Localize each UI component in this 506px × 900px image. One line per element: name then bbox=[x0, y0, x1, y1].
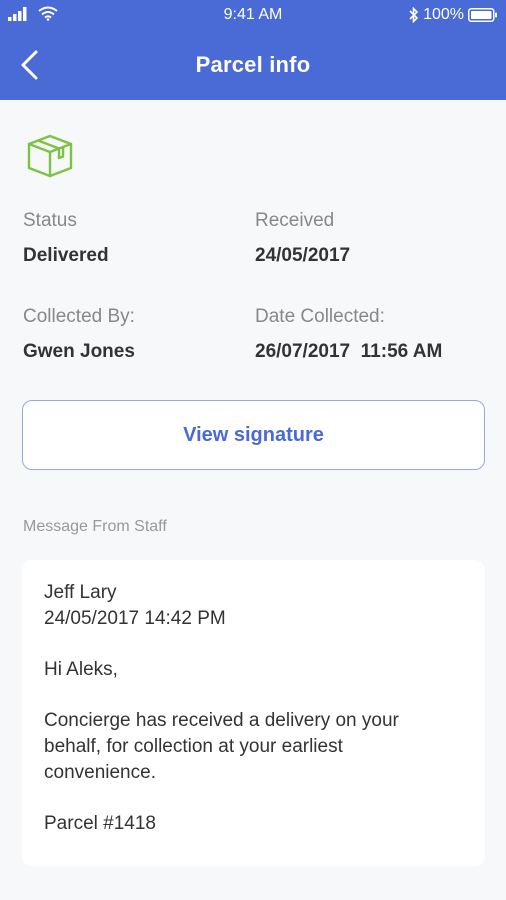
status-value: Delivered bbox=[23, 245, 109, 266]
package-icon bbox=[27, 134, 73, 178]
message-parcel-ref: Parcel #1418 bbox=[44, 813, 156, 834]
message-card: Jeff Lary 24/05/2017 14:42 PM Hi Aleks, … bbox=[22, 560, 485, 866]
message-greeting: Hi Aleks, bbox=[44, 659, 118, 680]
message-body-line: Concierge has received a delivery on you… bbox=[44, 710, 399, 731]
message-timestamp: 24/05/2017 14:42 PM bbox=[44, 608, 226, 629]
message-sender: Jeff Lary bbox=[44, 582, 117, 603]
page-title: Parcel info bbox=[195, 52, 311, 77]
bluetooth-icon bbox=[409, 7, 419, 23]
view-signature-button[interactable]: View signature bbox=[22, 400, 485, 470]
message-heading: Message From Staff bbox=[23, 518, 167, 535]
message-body-line: convenience. bbox=[44, 762, 156, 783]
date-collected-label: Date Collected: bbox=[255, 306, 385, 327]
collected-by-label: Collected By: bbox=[23, 306, 135, 327]
nav-bar: Parcel info bbox=[0, 30, 506, 100]
date-collected-value: 26/07/2017 11:56 AM bbox=[255, 341, 443, 362]
battery-icon bbox=[468, 8, 497, 22]
received-label: Received bbox=[255, 210, 335, 231]
header: 9:41 AM 100% Parcel info bbox=[0, 0, 506, 100]
message-body-line: behalf, for collection at your earliest bbox=[44, 736, 343, 757]
parcel-content: Status Delivered Received 24/05/2017 Col… bbox=[0, 100, 506, 900]
battery-percent: 100% bbox=[423, 6, 464, 23]
collected-by-value: Gwen Jones bbox=[23, 341, 135, 362]
status-label: Status bbox=[23, 210, 77, 231]
received-value: 24/05/2017 bbox=[255, 245, 351, 266]
status-right: 100% bbox=[409, 6, 498, 24]
status-bar: 9:41 AM 100% bbox=[0, 0, 506, 30]
